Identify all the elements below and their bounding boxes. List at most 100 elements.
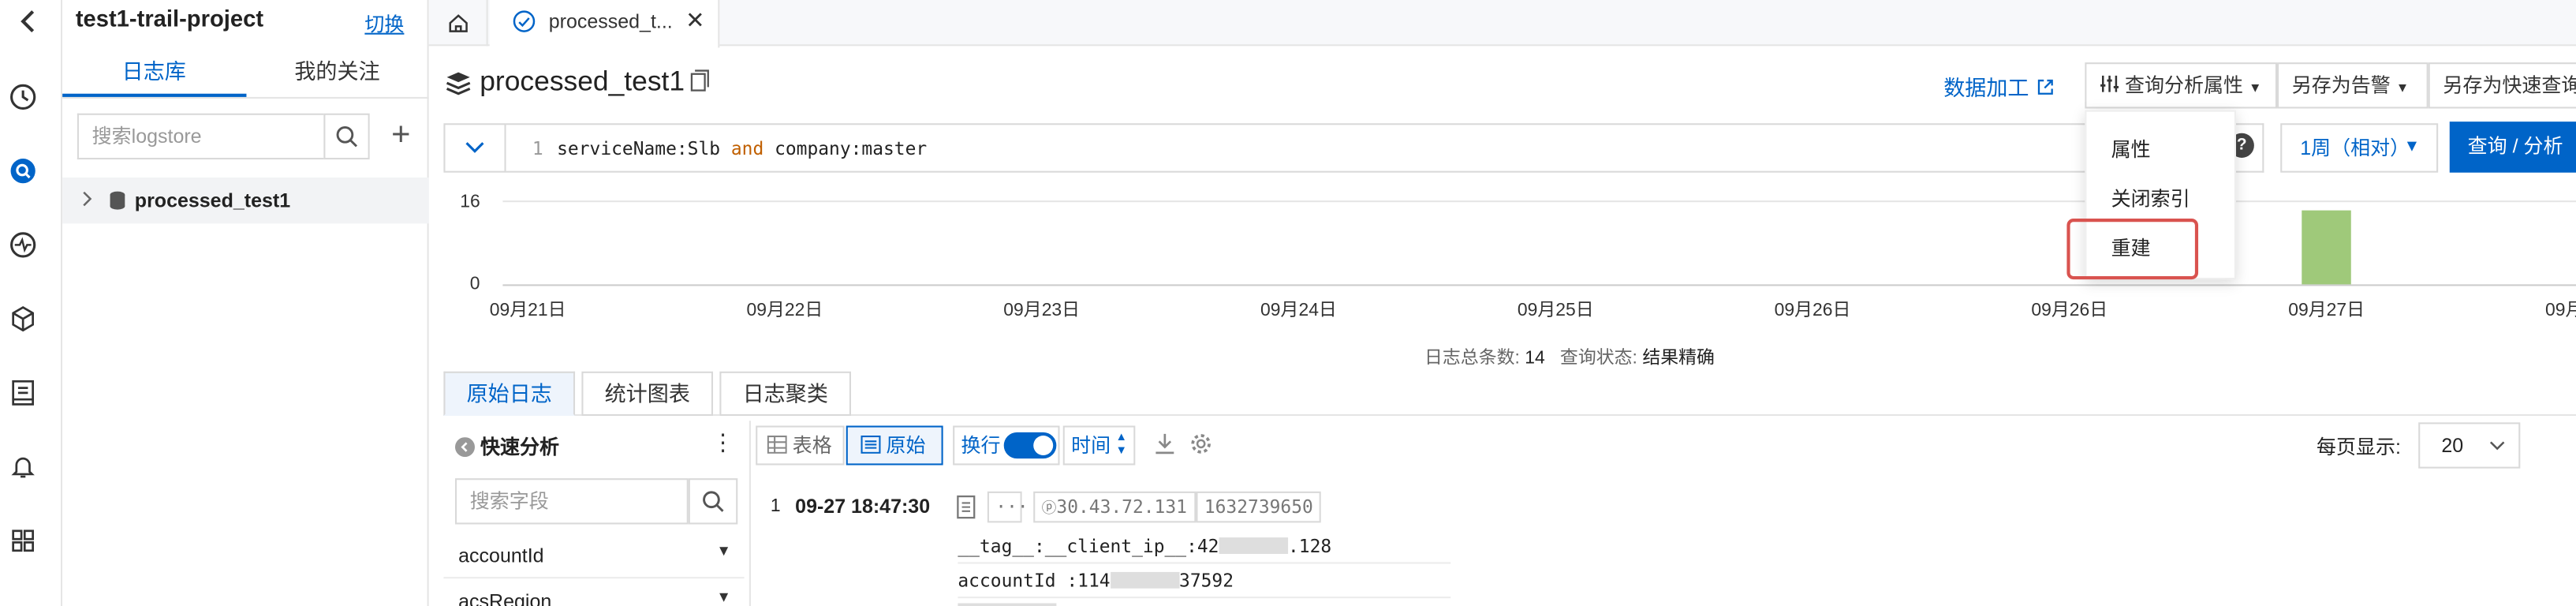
settings-sliders-icon: [2100, 75, 2119, 92]
ip-icon: ⓟ: [1041, 501, 1057, 518]
logstore-search-button[interactable]: [323, 113, 370, 160]
x-tick-label: 09月21日: [489, 301, 566, 321]
masked-value: [958, 603, 1057, 606]
divider: [958, 562, 1451, 564]
back-arrow-icon[interactable]: [15, 6, 44, 36]
search-log-icon[interactable]: [8, 156, 37, 185]
external-link-icon: [2037, 79, 2053, 95]
monitor-icon[interactable]: [8, 230, 37, 260]
x-tick-label: 09月26日: [2031, 301, 2108, 321]
search-log-tab-icon: [513, 10, 536, 32]
caret-down-icon: ▼: [2403, 137, 2421, 156]
home-tab[interactable]: [429, 0, 488, 47]
query-attr-label: 查询分析属性: [2125, 73, 2244, 97]
download-icon[interactable]: [1153, 432, 1176, 455]
logstore-tab[interactable]: processed_t... ✕: [489, 0, 720, 48]
cube-icon[interactable]: [8, 304, 37, 333]
quick-analysis-header[interactable]: 快速分析: [454, 432, 559, 460]
log-field-row[interactable]: __tag__:__client_ip__:42 .128: [958, 536, 1331, 557]
sort-icon: ▲ ▼: [1115, 432, 1127, 458]
y-tick-label: 0: [469, 274, 480, 294]
tab-raw-logs[interactable]: 原始日志: [443, 371, 576, 416]
query-status-value: 结果精确: [1642, 348, 1715, 368]
bell-icon[interactable]: [8, 452, 37, 481]
close-icon[interactable]: ✕: [685, 6, 704, 34]
menu-item-properties[interactable]: 属性: [2111, 135, 2151, 163]
logstore-name: processed_test1: [134, 189, 291, 212]
tab-favorites[interactable]: 我的关注: [245, 46, 428, 97]
x-tick-label: 09月23日: [1003, 301, 1081, 321]
x-tick-label: 09月26日: [1774, 301, 1851, 321]
result-tabs: 原始日志 统计图表 日志聚类: [443, 371, 857, 416]
log-field-value-prefix: 114: [1077, 570, 1111, 592]
x-tick-label: 09月2: [2544, 301, 2576, 321]
logstore-icon: [446, 72, 471, 95]
field-search-button[interactable]: [688, 478, 738, 525]
gear-icon[interactable]: [1189, 432, 1212, 455]
wrap-toggle-control: 换行: [953, 425, 1060, 466]
masked-value: [1110, 571, 1180, 589]
tab-logstores[interactable]: 日志库: [62, 46, 246, 97]
timestamp-badge[interactable]: 1632739650: [1196, 491, 1322, 523]
save-as-alert-button[interactable]: 另存为告警 ▼: [2277, 62, 2429, 109]
data-process-link[interactable]: 数据加工: [1943, 71, 2055, 103]
field-name: acsRegion: [458, 589, 552, 606]
page-size-select[interactable]: 20: [2418, 422, 2521, 469]
logstore-item[interactable]: processed_test1: [62, 177, 429, 224]
chevron-right-icon[interactable]: [79, 189, 95, 209]
query-code-part1: serviceName:Slb: [557, 137, 731, 160]
caret-down-icon[interactable]: ▼: [716, 589, 731, 605]
wrap-toggle-switch[interactable]: [1003, 432, 1057, 459]
caret-down-icon[interactable]: ▼: [716, 542, 731, 559]
save-as-quick-query-button[interactable]: 另存为快速查询: [2428, 62, 2576, 109]
time-range-select[interactable]: 1周（相对） ▼: [2280, 123, 2439, 173]
line-number: 1: [532, 137, 543, 160]
log-field-row[interactable]: accountId :114 37592: [958, 570, 1234, 592]
caret-down-icon: ▼: [2395, 80, 2410, 95]
panel-divider: [749, 421, 751, 606]
query-code-part2: company:master: [763, 137, 928, 160]
query-analyze-button[interactable]: 查询 / 分析: [2449, 122, 2576, 173]
grid-icon[interactable]: [8, 526, 37, 556]
add-logstore-button[interactable]: +: [381, 117, 420, 156]
caret-down-icon: ▼: [2249, 80, 2262, 95]
clock-icon[interactable]: [8, 82, 37, 111]
switch-project-link[interactable]: 切换: [364, 9, 404, 37]
histogram-bar[interactable]: [2301, 211, 2350, 285]
collapse-left-icon[interactable]: [454, 437, 475, 458]
table-view-button[interactable]: 表格: [756, 425, 845, 466]
table-icon: [767, 435, 787, 454]
field-item[interactable]: acsRegion ▼: [443, 578, 744, 606]
menu-item-close-index[interactable]: 关闭索引: [2111, 184, 2190, 211]
more-options-icon[interactable]: ⋮: [711, 429, 734, 457]
chevron-down-icon: [2489, 441, 2505, 451]
field-search-input[interactable]: 搜索字段: [454, 478, 689, 525]
log-time: 09-27 18:47:30: [795, 494, 931, 518]
time-sort-label: 时间: [1071, 433, 1111, 458]
chevron-down-icon: [465, 142, 484, 153]
time-sort-button[interactable]: 时间 ▲ ▼: [1062, 425, 1136, 466]
query-expand-toggle[interactable]: [443, 123, 506, 173]
copy-icon[interactable]: [690, 69, 710, 92]
icon-rail: [0, 0, 63, 606]
query-editor[interactable]: 1 serviceName:Slb and company:master: [506, 123, 2264, 173]
field-item[interactable]: accountId ▼: [443, 533, 745, 579]
copy-icon[interactable]: [956, 495, 977, 519]
logstore-search-input[interactable]: 搜索logstore: [77, 113, 324, 160]
log-histogram[interactable]: 16 0 09月21日 09月22日 09月23日 09月24日 09月25日 09月26…: [443, 184, 2576, 340]
query-keyword: and: [730, 137, 764, 160]
source-ip-badge[interactable]: ⓟ30.43.72.131: [1033, 491, 1196, 523]
log-index: 1: [770, 496, 781, 517]
list-icon: [861, 435, 881, 454]
wrap-label: 换行: [961, 433, 1001, 458]
query-attr-button[interactable]: 查询分析属性 ▼: [2085, 62, 2278, 109]
logstore-title-text: processed_test1: [480, 65, 685, 97]
search-icon: [703, 491, 724, 512]
top-tab-bar: processed_t... ✕: [428, 0, 2576, 48]
raw-view-button[interactable]: 原始: [846, 425, 943, 466]
report-icon[interactable]: [8, 378, 37, 407]
tab-charts[interactable]: 统计图表: [581, 371, 714, 416]
project-sidebar: test1-trail-project 切换 日志库 我的关注 搜索logsto…: [62, 0, 429, 606]
more-actions-icon[interactable]: ···: [987, 491, 1029, 523]
tab-log-clustering[interactable]: 日志聚类: [719, 371, 852, 416]
